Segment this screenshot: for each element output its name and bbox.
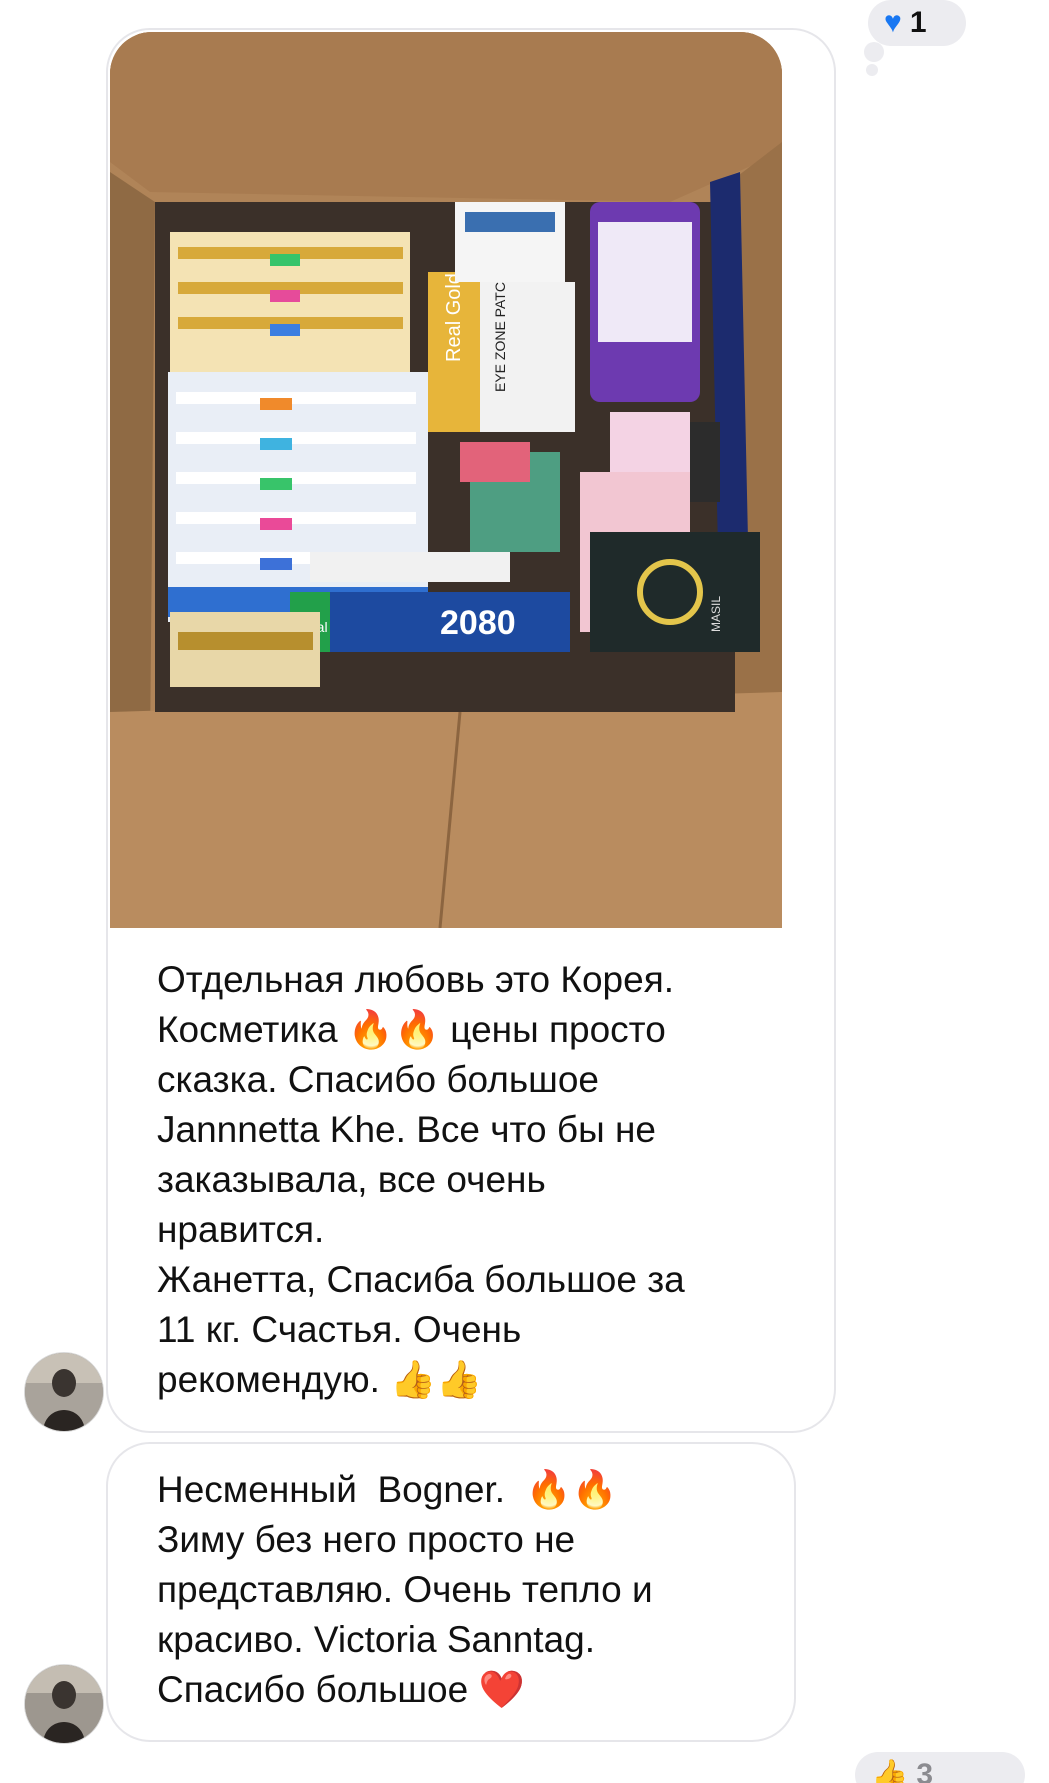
masil-label: MASIL [709, 596, 723, 632]
box-of-cosmetics-image: Real Gold EYE ZONE PATCH MASIL 2080 [110, 32, 782, 928]
message-text: Отдельная любовь это Корея. Косметика 🔥🔥… [157, 959, 685, 1400]
thumbs-up-icon: 👍 [871, 1758, 909, 1783]
user-avatar-image [25, 1353, 103, 1431]
reaction-bubble-tail [864, 42, 884, 62]
eye-patch-label: EYE ZONE PATCH [492, 272, 508, 392]
avatar[interactable] [25, 1665, 103, 1743]
chat-thread: ♥ 1 Real Gold EYE ZONE PATCH MASIL 2080 … [0, 0, 1049, 1783]
reaction-badge[interactable]: 👍 3 [855, 1752, 1025, 1783]
reaction-badge[interactable]: ♥ 1 [868, 0, 966, 46]
blue-heart-icon: ♥ [884, 6, 902, 39]
reaction-bubble-tail-small [866, 64, 878, 76]
reaction-count: 3 [916, 1758, 934, 1783]
real-gold-label: Real Gold [443, 273, 465, 362]
user-avatar-image [25, 1665, 103, 1743]
message-photo[interactable]: Real Gold EYE ZONE PATCH MASIL 2080 [110, 32, 782, 928]
message-text: Несменный Bogner. 🔥🔥 Зиму без него прост… [157, 1469, 653, 1710]
avatar[interactable] [25, 1353, 103, 1431]
toothpaste-2080-label: 2080 [440, 604, 516, 642]
reaction-count: 1 [909, 6, 927, 39]
